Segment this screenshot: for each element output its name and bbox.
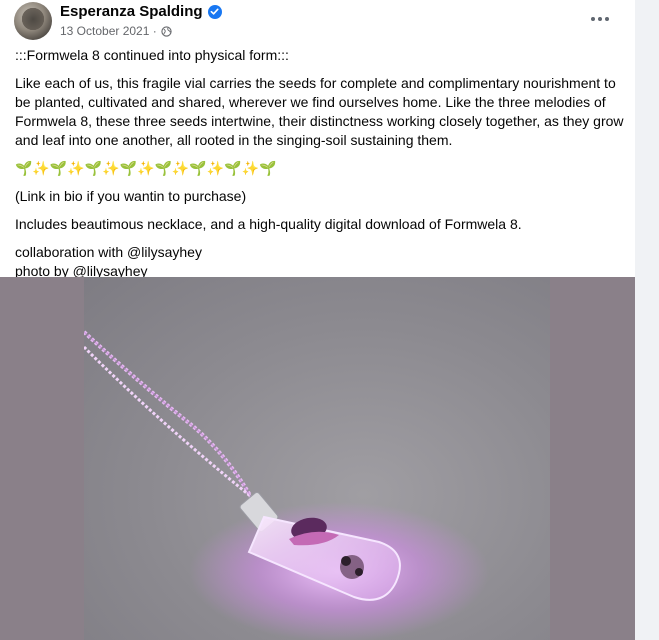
post-paragraph: :::Formwela 8 continued into physical fo… <box>15 47 289 63</box>
credit-line: collaboration with @lilysayhey <box>15 244 202 260</box>
post-date[interactable]: 13 October 2021 · <box>60 24 157 38</box>
post-photo[interactable] <box>0 277 635 640</box>
necklace-photo <box>84 277 550 640</box>
post-meta: 13 October 2021 · <box>60 24 172 38</box>
post-text: :::Formwela 8 continued into physical fo… <box>15 46 627 281</box>
verified-badge-icon <box>207 4 222 19</box>
post-paragraph: Includes beautimous necklace, and a high… <box>15 216 522 232</box>
post-paragraph: Like each of us, this fragile vial carri… <box>15 75 624 148</box>
page-background <box>635 0 659 640</box>
post-header: Esperanza Spalding 13 October 2021 · <box>14 2 634 42</box>
more-options-icon[interactable] <box>582 4 618 34</box>
globe-icon <box>161 25 172 37</box>
vial-necklace-illustration <box>84 330 489 640</box>
author-name-row: Esperanza Spalding <box>60 3 222 20</box>
author-name[interactable]: Esperanza Spalding <box>60 3 203 20</box>
post-paragraph: (Link in bio if you wantin to purchase) <box>15 188 247 204</box>
emoji-row: 🌱✨🌱✨🌱✨🌱✨🌱✨🌱✨🌱✨🌱 <box>15 160 277 176</box>
author-avatar[interactable] <box>14 2 52 40</box>
post-card: Esperanza Spalding 13 October 2021 · :::… <box>0 0 635 640</box>
